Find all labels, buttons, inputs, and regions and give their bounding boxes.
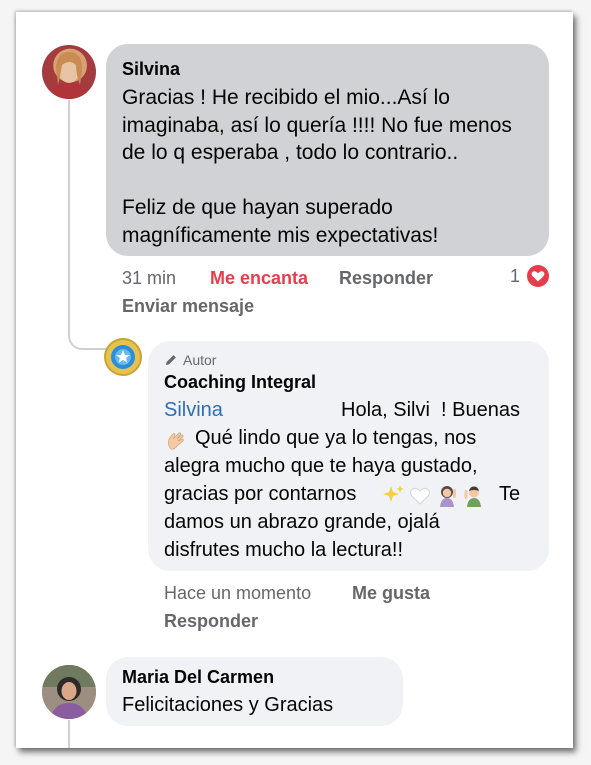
thread-line xyxy=(68,720,70,748)
avatar[interactable] xyxy=(106,340,140,374)
avatar-photo xyxy=(48,51,90,99)
reaction-button[interactable]: Me encanta xyxy=(210,268,308,289)
comment-text-line: alegra mucho que te haya gustado, xyxy=(164,455,478,477)
comment-author[interactable]: Coaching Integral xyxy=(164,372,316,393)
comment-text-line: gracias por contarnos xyxy=(164,483,357,505)
comment-text: Felicitaciones y Gracias xyxy=(122,694,334,716)
avatar[interactable] xyxy=(42,665,96,719)
comment-text-line: disfrutes mucho la lectura!! xyxy=(164,539,403,561)
mention-link[interactable]: Silvina xyxy=(164,397,223,425)
woman-gesturing-icon xyxy=(435,483,459,507)
comment-text-line: Hola, Silvi ! Buenas xyxy=(341,399,520,421)
man-gesturing-icon xyxy=(462,483,486,507)
avatar-logo xyxy=(111,345,135,369)
avatar-photo xyxy=(42,665,96,719)
comments-frame: Silvina Gracias ! He recibido el mio...A… xyxy=(16,12,573,748)
reply-button[interactable]: Responder xyxy=(164,611,258,632)
comment-text: Gracias ! He recibido el mio...Así lo im… xyxy=(122,86,512,247)
reply-button[interactable]: Responder xyxy=(339,268,433,289)
avatar[interactable] xyxy=(42,45,96,99)
thread-line xyxy=(68,100,110,350)
reaction-count[interactable]: 1 xyxy=(510,266,520,287)
heart-icon[interactable] xyxy=(527,265,549,287)
comment-text-line: damos un abrazo grande, ojalá xyxy=(164,511,440,533)
white-heart-icon xyxy=(408,483,432,507)
sparkles-icon xyxy=(381,483,405,507)
comment-time: 31 min xyxy=(122,268,177,288)
comment-text-line: Qué lindo que ya lo tengas, nos xyxy=(195,427,477,449)
comment-author[interactable]: Silvina xyxy=(122,59,180,80)
like-button[interactable]: Me gusta xyxy=(352,583,430,604)
comment-text-line: Te xyxy=(499,483,521,505)
comment-time: Hace un momento xyxy=(164,583,312,603)
comment-author[interactable]: Maria Del Carmen xyxy=(122,667,274,688)
pencil-icon xyxy=(164,353,178,367)
send-message-button[interactable]: Enviar mensaje xyxy=(122,296,254,317)
waving-hand-icon xyxy=(164,429,188,453)
author-badge: Autor xyxy=(183,352,217,368)
